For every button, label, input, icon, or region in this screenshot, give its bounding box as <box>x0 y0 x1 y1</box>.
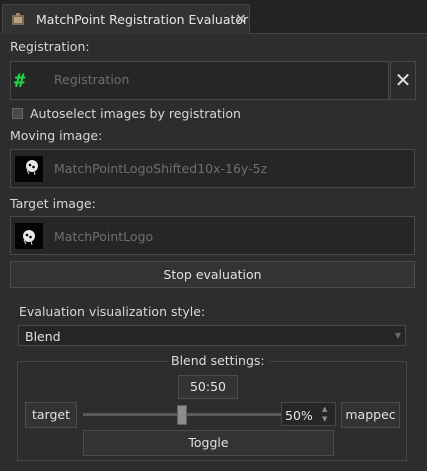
target-button[interactable]: target <box>25 402 77 428</box>
autoselect-label: Autoselect images by registration <box>30 106 241 121</box>
target-image-name: MatchPointLogo <box>54 229 154 244</box>
blend-percent-spinbox[interactable]: 50% ▲ ▼ <box>281 402 336 426</box>
target-image-label: Target image: <box>10 196 96 211</box>
logo-icon <box>26 160 38 176</box>
chevron-down-icon: ▼ <box>394 331 401 340</box>
blend-ratio-button[interactable]: 50:50 <box>178 375 238 399</box>
spin-down-icon[interactable]: ▼ <box>322 415 327 423</box>
stop-evaluation-button[interactable]: Stop evaluation <box>10 261 415 288</box>
mapped-button[interactable]: mappec <box>341 402 400 428</box>
blend-slider-handle[interactable] <box>177 405 187 425</box>
toggle-button[interactable]: Toggle <box>83 430 334 456</box>
visualization-style-label: Evaluation visualization style: <box>19 304 206 319</box>
registration-label: Registration: <box>10 39 90 54</box>
blend-percent-value: 50% <box>285 408 313 423</box>
plugin-icon <box>12 13 24 25</box>
close-icon: ✕ <box>394 68 412 92</box>
clear-registration-button[interactable]: ✕ <box>390 61 416 100</box>
target-image-thumbnail <box>15 223 43 249</box>
logo-icon <box>23 230 35 246</box>
close-icon[interactable]: × <box>235 11 247 27</box>
tab-evaluator[interactable]: MatchPoint Registration Evaluator × <box>2 4 250 34</box>
spin-up-icon[interactable]: ▲ <box>322 405 327 413</box>
hash-icon: # <box>14 70 26 92</box>
moving-image-thumbnail <box>15 156 43 182</box>
autoselect-checkbox[interactable] <box>12 108 23 119</box>
moving-image-name: MatchPointLogoShifted10x-16y-5z <box>54 161 268 176</box>
visualization-style-value: Blend <box>25 329 61 344</box>
visualization-style-select[interactable]: Blend ▼ <box>18 325 406 346</box>
moving-image-label: Moving image: <box>10 128 103 143</box>
blend-settings-title: Blend settings: <box>167 353 269 368</box>
tab-title: MatchPoint Registration Evaluator <box>36 12 249 27</box>
registration-placeholder: Registration <box>54 72 130 87</box>
